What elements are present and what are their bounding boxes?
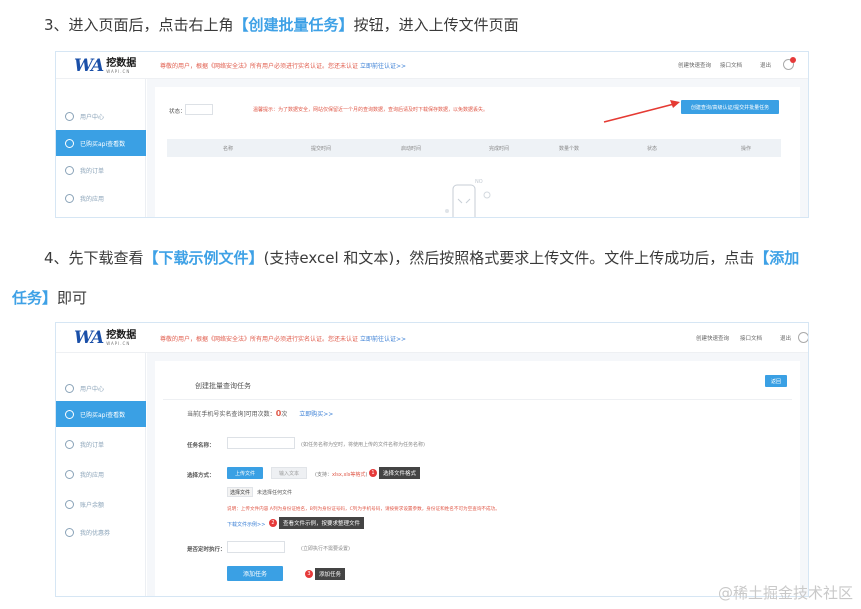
watermark: @稀土掘金技术社区 xyxy=(717,584,853,602)
callout-2: 2 查看文件示例，按要求整理文件 xyxy=(269,517,365,529)
arrow-annotation xyxy=(603,100,680,123)
task-name-label: 任务名称： xyxy=(187,443,215,449)
usage-info: 当前[手机号实名查询]可用次数：0次 立即购买>> xyxy=(187,409,334,418)
auth-link[interactable]: 立即前往认证>> xyxy=(360,336,406,343)
api-icon xyxy=(65,409,74,419)
task-name-input[interactable] xyxy=(227,437,295,449)
callout-1: 1 选择文件格式 xyxy=(369,467,421,479)
upload-file-button[interactable]: 上传文件 xyxy=(227,467,263,479)
upload-description: 说明：上传文件内容 A列为身份证姓名，B列为身份证号码，C列为手机号码，请按要求… xyxy=(227,507,500,512)
main-content: 创建批量查询任务 返回 当前[手机号实名查询]可用次数：0次 立即购买>> 任务… xyxy=(147,353,808,596)
wallet-icon xyxy=(65,499,74,509)
panel-title: 创建批量查询任务 xyxy=(195,382,251,390)
step3-instruction: 3、进入页面后，点击右上角【创建批量任务】按钮，进入上传文件页面 xyxy=(44,18,519,33)
auth-notice: 尊敬的用户，根据《网络安全法》所有用户必须进行实名认证。您还未认证 立即前往认证… xyxy=(160,336,406,343)
step4-prefix: 4、先下载查看 xyxy=(44,249,144,267)
screenshot-create-task: WA 挖数据 WAPI.CN 尊敬的用户，根据《网络安全法》所有用户必须进行实名认… xyxy=(55,322,809,597)
sidebar-item-balance[interactable]: 账户余额 xyxy=(56,491,146,517)
back-button[interactable]: 返回 xyxy=(765,375,787,387)
divider xyxy=(163,399,792,400)
sidebar-item-purchased-api[interactable]: 已购买api查看数 xyxy=(56,401,146,427)
logo-cn: 挖数据 xyxy=(106,329,137,341)
task-name-hint: (如任务名称为空时，将使用上传的文件名称为任务名称) xyxy=(301,442,425,448)
step3-highlight: 【创建批量任务】 xyxy=(233,16,354,34)
create-task-panel: 创建批量查询任务 返回 当前[手机号实名查询]可用次数：0次 立即购买>> 任务… xyxy=(155,361,800,596)
step3-suffix: 按钮，进入上传文件页面 xyxy=(353,16,519,34)
sidebar-item-user-center[interactable]: 用户中心 xyxy=(56,375,146,401)
app-header: WA 挖数据 WAPI.CN 尊敬的用户，根据《网络安全法》所有用户必须进行实名认… xyxy=(56,323,808,353)
nav-docs[interactable]: 接口文档 xyxy=(740,334,762,342)
upload-mode-label: 选择方式： xyxy=(187,473,215,479)
step4-line2-suffix: 即可 xyxy=(57,289,88,307)
no-file-text: 未选择任何文件 xyxy=(257,490,293,496)
choose-file-button[interactable]: 选择文件 xyxy=(227,487,253,497)
step4-highlight-download: 【下载示例文件】 xyxy=(143,249,264,267)
callout-3: 3 添加任务 xyxy=(305,568,346,580)
step4-instruction-line1: 4、先下载查看【下载示例文件】(支持excel 和文本)，然后按照格式要求上传文… xyxy=(44,251,799,266)
buy-link[interactable]: 立即购买>> xyxy=(299,411,333,418)
schedule-label: 是否定时执行： xyxy=(187,547,226,553)
app-icon xyxy=(65,469,74,479)
coupon-icon xyxy=(65,527,74,537)
nav-exit[interactable]: 退出 xyxy=(780,334,791,342)
app-logo: WA 挖数据 WAPI.CN xyxy=(74,328,137,348)
step4-instruction-line2: 任务】即可 xyxy=(12,291,87,306)
input-text-button[interactable]: 输入文本 xyxy=(271,467,307,479)
cart-icon xyxy=(65,439,74,449)
sidebar-item-apps[interactable]: 我的应用 xyxy=(56,461,146,487)
sidebar-item-orders[interactable]: 我的订单 xyxy=(56,431,146,457)
schedule-input[interactable] xyxy=(227,541,285,553)
support-formats: (支持：xlsx,xls等格式) xyxy=(315,472,368,478)
download-sample-link[interactable]: 下载文件示例>> xyxy=(227,521,265,528)
callout-3-text: 添加任务 xyxy=(315,568,346,580)
step3-prefix: 3、进入页面后，点击右上角 xyxy=(44,16,234,34)
callout-2-text: 查看文件示例，按要求整理文件 xyxy=(279,517,365,529)
add-task-button[interactable]: 添加任务 xyxy=(227,566,283,581)
user-icon xyxy=(65,383,74,393)
step4-highlight-add: 【添加 xyxy=(754,249,800,267)
sidebar-item-coupons[interactable]: 我的优惠券 xyxy=(56,519,146,545)
step4-line2-highlight: 任务】 xyxy=(12,289,58,307)
nav-query[interactable]: 创建快速查询 xyxy=(696,334,729,342)
bell-icon[interactable] xyxy=(798,332,808,343)
logo-en: WAPI.CN xyxy=(106,340,131,346)
schedule-hint: (立即执行不需要设置) xyxy=(301,546,350,552)
callout-1-text: 选择文件格式 xyxy=(379,467,421,479)
screenshot-task-list: WA 挖数据 WAPI.CN 尊敬的用户，根据《网络安全法》所有用户必须进行实名认… xyxy=(55,51,809,218)
sidebar: 用户中心 已购买api查看数 我的订单 我的应用 账户余额 我的优惠券 xyxy=(56,353,146,596)
step4-middle: (支持excel 和文本)，然后按照格式要求上传文件。文件上传成功后，点击 xyxy=(263,249,755,267)
logo-mark: WA xyxy=(74,328,104,348)
